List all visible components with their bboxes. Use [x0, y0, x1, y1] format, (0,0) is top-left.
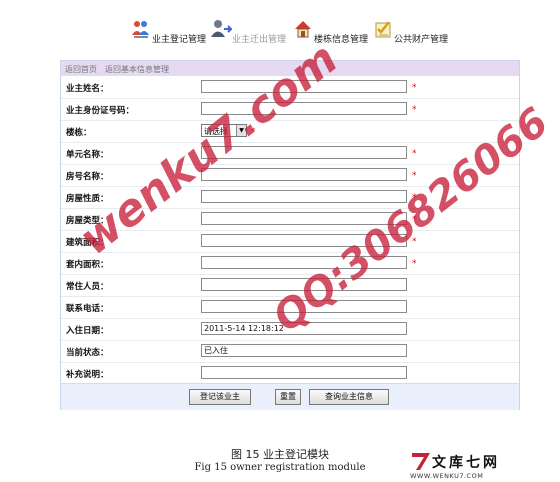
required-mark: * — [412, 215, 417, 225]
breadcrumb-home-link[interactable]: 返回首页 — [65, 64, 97, 75]
logo-url: WWW.WENKU7.COM — [410, 472, 484, 480]
move-in-date-label: 入住日期： — [66, 326, 109, 336]
form-row-house-type: 房屋类型： * — [61, 209, 519, 231]
required-mark: * — [412, 171, 417, 181]
house-icon — [295, 21, 311, 38]
form-row-build-area: 建筑面积： * — [61, 231, 519, 253]
required-mark: * — [251, 127, 256, 137]
id-number-label: 业主身份证号码： — [66, 106, 135, 116]
form-row-id-number: 业主身份证号码： * — [61, 99, 519, 121]
logo-seven-icon — [412, 453, 430, 470]
register-owner-button[interactable]: 登记该业主 — [189, 389, 251, 405]
owner-name-label: 业主姓名： — [66, 84, 109, 94]
dropdown-arrow-icon: ▼ — [236, 125, 246, 136]
registration-form: 返回首页 返回基本信息管理 业主姓名： * 业主身份证号码： * 楼栋： 请选择… — [60, 60, 520, 410]
build-area-label: 建筑面积： — [66, 238, 109, 248]
building-select-value: 请选择 — [204, 127, 228, 136]
remark-label: 补充说明： — [66, 370, 109, 380]
status-input[interactable] — [201, 344, 407, 357]
building-label: 楼栋： — [66, 128, 92, 138]
unit-name-label: 单元名称： — [66, 150, 109, 160]
required-mark: * — [412, 149, 417, 159]
required-mark: * — [412, 237, 417, 247]
form-row-inner-area: 套内面积： * — [61, 253, 519, 275]
form-row-room-name: 房号名称： * — [61, 165, 519, 187]
form-row-status: 当前状态： — [61, 341, 519, 363]
inner-area-input[interactable] — [201, 256, 407, 269]
form-row-unit-name: 单元名称： * — [61, 143, 519, 165]
house-type-input[interactable] — [201, 212, 407, 225]
logo-name: 文库七网 — [432, 455, 500, 471]
breadcrumb-basic-info-link[interactable]: 返回基本信息管理 — [105, 64, 169, 75]
form-row-building: 楼栋： 请选择 ▼ * — [61, 121, 519, 143]
unit-name-input[interactable] — [201, 146, 407, 159]
query-owner-button[interactable]: 查询业主信息 — [309, 389, 389, 405]
house-type-label: 房屋类型： — [66, 216, 109, 226]
form-row-move-in-date: 入住日期： — [61, 319, 519, 341]
nav-owner-registration-label: 业主登记管理 — [152, 35, 207, 45]
form-row-owner-name: 业主姓名： * — [61, 77, 519, 99]
nav-owner-moveout-label: 业主迁出管理 — [232, 35, 287, 45]
owner-name-input[interactable] — [201, 80, 407, 93]
checklist-icon — [375, 21, 391, 38]
button-bar: 登记该业主 重置 查询业主信息 — [61, 383, 519, 410]
phone-input[interactable] — [201, 300, 407, 313]
form-row-residents: 常住人员： — [61, 275, 519, 297]
house-nature-input[interactable] — [201, 190, 407, 203]
residents-input[interactable] — [201, 278, 407, 291]
move-in-date-input[interactable] — [201, 322, 407, 335]
id-number-input[interactable] — [201, 102, 407, 115]
room-name-label: 房号名称： — [66, 172, 109, 182]
required-mark: * — [412, 193, 417, 203]
status-label: 当前状态： — [66, 348, 109, 358]
wenku7-logo: 文库七网 WWW.WENKU7.COM — [410, 450, 550, 480]
residents-label: 常住人员： — [66, 282, 109, 292]
form-row-phone: 联系电话： — [61, 297, 519, 319]
required-mark: * — [412, 259, 417, 269]
people-icon — [132, 21, 149, 38]
nav-public-property-label: 公共财产管理 — [394, 35, 449, 45]
form-row-remark: 补充说明： — [61, 363, 519, 385]
building-select[interactable]: 请选择 ▼ — [201, 124, 247, 137]
remark-input[interactable] — [201, 366, 407, 379]
user-move-icon — [211, 20, 232, 37]
inner-area-label: 套内面积： — [66, 260, 109, 270]
nav-building-info-label: 楼栋信息管理 — [314, 35, 369, 45]
reset-button[interactable]: 重置 — [275, 389, 301, 405]
room-name-input[interactable] — [201, 168, 407, 181]
required-mark: * — [412, 83, 417, 93]
form-row-house-nature: 房屋性质： * — [61, 187, 519, 209]
top-navigation: 业主登记管理 业主迁出管理 楼栋信息管理 公共财产管理 — [130, 18, 460, 48]
breadcrumb: 返回首页 返回基本信息管理 — [61, 61, 519, 76]
house-nature-label: 房屋性质： — [66, 194, 109, 204]
build-area-input[interactable] — [201, 234, 407, 247]
required-mark: * — [412, 105, 417, 115]
phone-label: 联系电话： — [66, 304, 109, 314]
